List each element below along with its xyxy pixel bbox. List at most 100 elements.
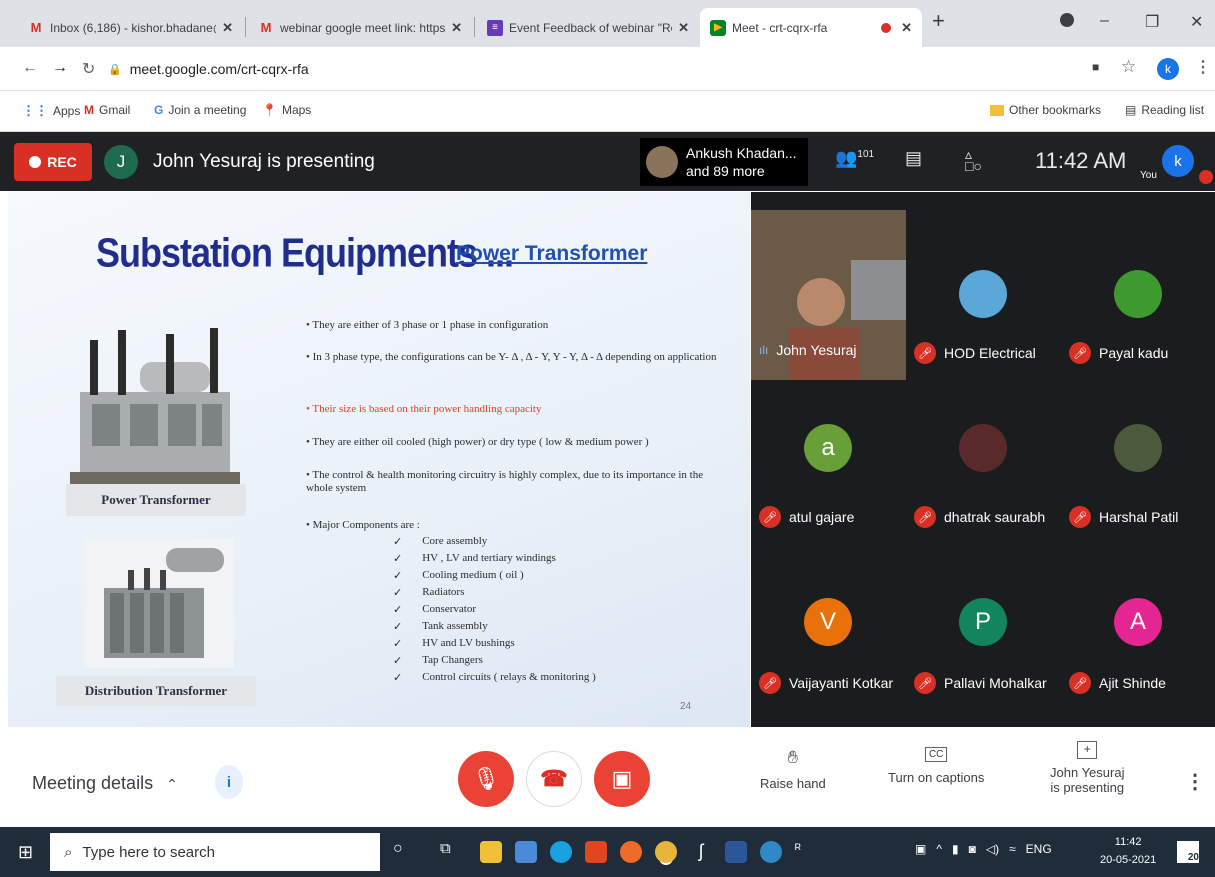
tab-title: Inbox (6,186) - kishor.bhadane@ [50, 20, 217, 35]
participant-tile[interactable]: 🎤︎ HOD Electrical [906, 210, 1061, 380]
cc-icon: CC [924, 747, 948, 762]
meeting-details-button[interactable]: Meeting details ⌃ [32, 773, 178, 794]
chat-icon[interactable]: ▤ [905, 148, 922, 169]
mic-toggle-button[interactable]: 🎙︎ [458, 751, 514, 807]
check-icon: ✓ [393, 621, 403, 633]
desktop-icon[interactable]: ▣ [915, 842, 926, 856]
participant-tile[interactable]: V 🎤︎ Vaijayanti Kotkar [751, 552, 906, 722]
slide-page-number: 24 [680, 701, 692, 712]
captions-button[interactable]: CC Turn on captions [888, 747, 984, 785]
self-avatar[interactable]: k [1162, 145, 1194, 177]
bookmark-join-meeting[interactable]: G Join a meeting [154, 103, 246, 117]
participant-avatar: a [804, 424, 852, 472]
present-button[interactable]: + John Yesuraj is presenting [1050, 741, 1124, 795]
taskbar-clock[interactable]: 11:42 20-05-2021 [1100, 833, 1156, 869]
app-icon[interactable]: ʃ [690, 841, 712, 863]
mic-off-icon: 🎤︎ [1069, 342, 1091, 364]
wifi-icon[interactable]: ≈ [1009, 842, 1016, 856]
more-options-icon[interactable]: ⋮ [1185, 769, 1205, 794]
cast-icon[interactable]: ■ [1092, 60, 1099, 74]
participant-tile[interactable]: P 🎤︎ Pallavi Mohalkar [906, 552, 1061, 722]
close-icon[interactable]: ✕ [901, 20, 912, 36]
tab-meet[interactable]: ▶ Meet - crt-cqrx-rfa ✕ [700, 8, 922, 47]
participant-tile[interactable]: a 🎤︎ atul gajare [751, 392, 906, 562]
other-bookmarks[interactable]: Other bookmarks [990, 103, 1101, 117]
participant-tile[interactable]: 🎤︎ Harshal Patil [1061, 392, 1215, 562]
window-close-button[interactable]: ✕ [1190, 12, 1203, 32]
participant-tile[interactable]: A 🎤︎ Ajit Shinde [1061, 552, 1215, 722]
mic-off-icon: 🎤︎ [1069, 672, 1091, 694]
mic-off-icon: 🎤︎ [1069, 506, 1091, 528]
reading-list[interactable]: ▤ Reading list [1125, 103, 1204, 117]
component-item: ✓ HV and LV bushings [393, 637, 515, 650]
recording-button[interactable]: REC [14, 143, 92, 181]
network-icon[interactable]: ◙ [969, 842, 976, 856]
participant-tile[interactable]: 🎤︎ Payal kadu [1061, 210, 1215, 380]
task-view-icon[interactable]: ⧉ [440, 840, 451, 857]
firefox-icon[interactable] [620, 841, 642, 863]
participant-name: Payal kadu [1099, 345, 1169, 361]
cortana-icon[interactable]: ○ [393, 840, 403, 858]
meet-icon: ▶ [710, 19, 726, 36]
tab-event-feedback[interactable]: ≡ Event Feedback of webinar "Rece ✕ [477, 8, 699, 47]
profile-avatar[interactable]: k [1157, 58, 1179, 80]
gmail-icon: M [30, 20, 42, 35]
participant-avatar: V [804, 598, 852, 646]
back-icon[interactable]: ← [22, 59, 38, 77]
file-explorer-icon[interactable] [480, 841, 502, 863]
address-bar-row: ← → ↻ 🔒 meet.google.com/crt-cqrx-rfa ■ ☆… [0, 47, 1215, 91]
taskbar-search[interactable]: ⌕ Type here to search [50, 833, 380, 871]
forward-icon[interactable]: → [52, 59, 68, 77]
leave-call-button[interactable]: ☎︎ [526, 751, 582, 807]
notification-icon[interactable]: 20 [1177, 841, 1199, 863]
minimize-button[interactable]: – [1100, 12, 1109, 30]
participant-tile[interactable]: 🎤︎ dhatrak saurabh [906, 392, 1061, 562]
store-icon[interactable] [515, 841, 537, 863]
bookmark-maps[interactable]: 📍 Maps [262, 103, 311, 117]
bookmark-label: Join a meeting [168, 103, 247, 117]
participants-preview[interactable]: Ankush Khadan... and 89 more [640, 138, 808, 186]
language-indicator[interactable]: ENG [1026, 842, 1052, 856]
bookmark-gmail[interactable]: M Gmail [84, 103, 130, 117]
participant-tile[interactable]: ılı John Yesuraj [751, 210, 906, 380]
windows-start-icon[interactable]: ⊞ [18, 842, 33, 863]
office-icon[interactable] [585, 841, 607, 863]
other-bookmarks-label: Other bookmarks [1009, 103, 1102, 117]
slide-subtitle: Power Transformer [456, 242, 648, 265]
close-icon[interactable]: ✕ [678, 20, 689, 36]
check-icon: ✓ [393, 638, 403, 650]
security-shield-icon[interactable]: i [215, 765, 243, 799]
omnibox[interactable]: 🔒 meet.google.com/crt-cqrx-rfa [108, 53, 1068, 85]
chevron-up-icon[interactable]: ^ [936, 842, 942, 856]
word-icon[interactable] [725, 841, 747, 863]
component-item: ✓ Conservator [393, 603, 476, 616]
bookmark-apps[interactable]: ⋮⋮ Apps [22, 103, 80, 119]
new-tab-button[interactable]: + [932, 8, 945, 34]
bookmark-star-icon[interactable]: ☆ [1121, 57, 1136, 77]
people-icon[interactable]: ᴿ [795, 841, 817, 863]
chrome-icon[interactable] [655, 841, 677, 863]
participant-avatar: P [959, 598, 1007, 646]
activities-icon[interactable]: ▵ □○ [965, 147, 982, 173]
tab-inbox[interactable]: M Inbox (6,186) - kishor.bhadane@ ✕ [18, 8, 243, 47]
help-icon[interactable] [760, 841, 782, 863]
edge-icon[interactable] [550, 841, 572, 863]
participant-name: Vaijayanti Kotkar [789, 675, 894, 691]
camera-toggle-button[interactable]: ▣ [594, 751, 650, 807]
component-item: ✓ HV , LV and tertiary windings [393, 552, 556, 565]
restore-button[interactable]: ❐ [1145, 12, 1159, 32]
tab-search-icon[interactable] [1060, 13, 1074, 27]
forms-icon: ≡ [487, 19, 503, 36]
browser-menu-icon[interactable]: ⋮ [1195, 57, 1211, 77]
tab-webinar-link[interactable]: M webinar google meet link: https: ✕ [248, 8, 472, 47]
battery-icon[interactable]: ▮ [952, 842, 959, 856]
close-icon[interactable]: ✕ [222, 20, 233, 36]
participant-avatar [959, 270, 1007, 318]
check-icon: ✓ [393, 536, 403, 548]
close-icon[interactable]: ✕ [451, 20, 462, 36]
raise-hand-button[interactable]: ✋︎ Raise hand [760, 747, 826, 791]
reading-list-icon: ▤ [1125, 103, 1137, 117]
people-button[interactable]: 👥101 [835, 148, 874, 169]
volume-icon[interactable]: ◁) [986, 842, 999, 856]
reload-icon[interactable]: ↻ [82, 59, 95, 79]
